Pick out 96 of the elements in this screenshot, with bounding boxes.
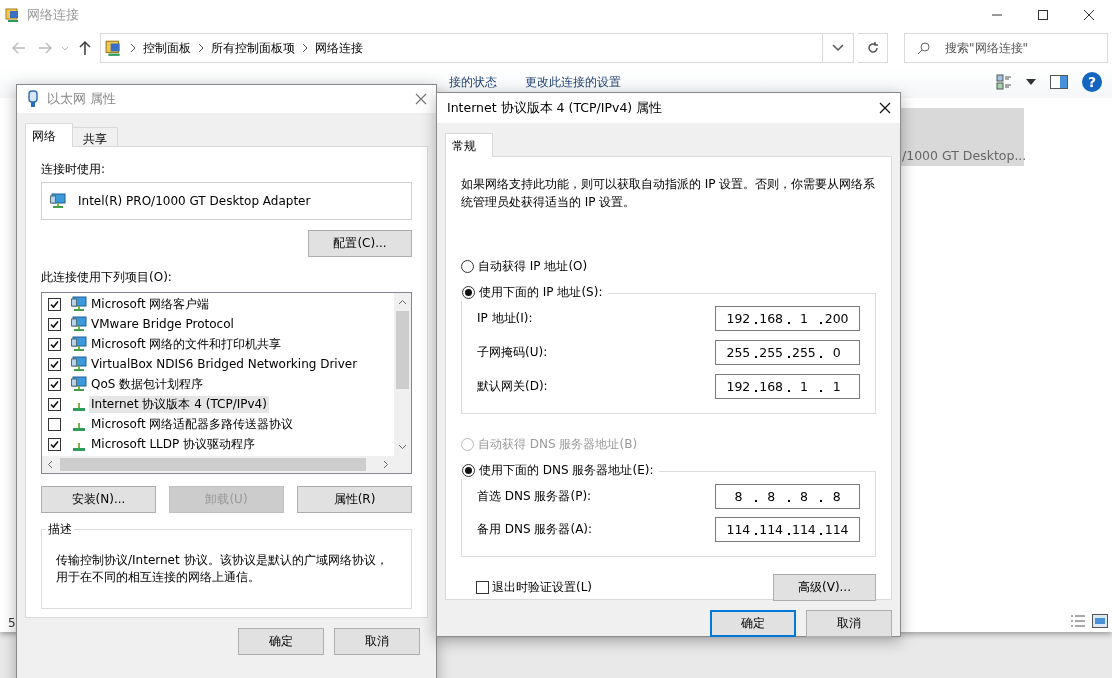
list-item[interactable]: Microsoft 网络客户端 [89,295,212,313]
chevron-icon [300,43,309,53]
checkbox[interactable] [48,417,61,431]
action-button[interactable]: 安装(N)... [41,486,156,513]
action-button[interactable]: 属性(R) [297,486,412,513]
horizontal-scrollbar[interactable] [42,456,394,473]
checkbox[interactable] [48,377,61,391]
radio-label: 使用下面的 IP 地址(S): [479,284,603,301]
list-item[interactable]: QoS 数据包计划程序 [89,375,206,393]
cancel-button[interactable]: 取消 [334,628,420,655]
view-options-icon[interactable] [996,74,1012,90]
breadcrumb-item[interactable]: 网络连接 [314,39,363,57]
list-item[interactable]: Internet 协议版本 4 (TCP/IPv4) [89,395,269,413]
checkbox[interactable] [48,397,61,411]
field-label: 子网掩码(U): [477,344,548,361]
radio-label: 自动获得 IP 地址(O) [478,258,588,275]
help-icon[interactable]: ? [1082,72,1102,92]
scroll-left-icon[interactable] [46,460,55,469]
cancel-button[interactable]: 取消 [806,610,892,637]
breadcrumb-item[interactable]: 所有控制面板项 [210,39,295,57]
advanced-button[interactable]: 高级(V)... [773,574,876,601]
preview-pane-icon[interactable] [1050,75,1068,89]
network-service-icon [71,316,87,332]
ok-button[interactable]: 确定 [238,628,324,655]
ip-input-field[interactable]: 192 168 1 200 [715,306,860,331]
checkbox[interactable] [48,317,61,331]
checkbox[interactable] [48,437,61,451]
refresh-icon[interactable] [865,41,880,55]
scroll-down-icon[interactable] [398,442,407,451]
ip-input-field[interactable]: 8 8 8 8 [715,484,860,509]
toolbar-link[interactable]: 接的状态 [449,73,497,91]
list-item[interactable]: Microsoft LLDP 协议驱动程序 [89,435,258,453]
description-text: 传输控制协议/Internet 协议。该协议是默认的广域网络协议，用于在不同的相互连接的网络上通信。 [56,552,389,586]
checkbox[interactable] [48,337,61,351]
list-item[interactable]: Microsoft 网络适配器多路传送器协议 [89,415,296,433]
search-field[interactable]: 搜索"网络连接" [904,33,1109,63]
ip-input-field[interactable]: 114 114 114 114 [715,517,860,542]
close-icon[interactable] [879,102,891,114]
network-service-icon [71,376,87,392]
chevron-icon [196,43,205,53]
network-adapter-icon [50,193,66,209]
tab[interactable]: 常规 [445,133,493,157]
checkbox[interactable] [48,357,61,371]
search-icon [917,42,931,55]
chevron-icon [128,43,137,53]
field-label: IP 地址(I): [477,310,533,327]
window-title: 网络连接 [27,6,80,24]
network-service-icon [71,296,87,312]
network-protocol-icon [73,403,85,411]
list-item[interactable]: VMware Bridge Protocol [89,315,236,333]
list-item[interactable]: VirtualBox NDIS6 Bridged Networking Driver [89,355,360,373]
group-title: 描述 [46,521,74,538]
vertical-scrollbar[interactable] [394,293,411,456]
field-label: 默认网关(D): [477,378,548,395]
caret-icon[interactable] [832,44,845,52]
network-folder-icon [5,7,21,23]
scrollbar-thumb[interactable] [396,311,409,389]
checkbox-label: 退出时验证设置(L) [492,579,593,596]
network-service-icon [71,356,87,372]
radio-button[interactable] [462,286,475,299]
network-protocol-icon [73,423,85,431]
scroll-right-icon[interactable] [381,460,390,469]
caret-icon[interactable] [1026,79,1036,85]
ok-button[interactable]: 确定 [710,610,796,637]
address-bar[interactable]: 控制面板 所有控制面板项 网络连接 [99,33,855,63]
section-label: 连接时使用: [41,161,107,178]
adapter-name: Intel(R) PRO/1000 GT Desktop Adapter [78,194,311,208]
field-label: 备用 DNS 服务器(A): [477,521,593,538]
radio-button[interactable] [461,260,474,273]
ethernet-plug-icon [27,90,39,108]
network-service-icon [71,336,87,352]
configure-button[interactable]: 配置(C)... [308,230,412,257]
toolbar-link[interactable]: 更改此连接的设置 [525,73,621,91]
dialog-title: 以太网 属性 [47,90,117,108]
radio-label: 自动获得 DNS 服务器地址(B) [478,436,638,453]
ip-input-field[interactable]: 192 168 1 1 [715,374,860,399]
radio-label: 使用下面的 DNS 服务器地址(E): [479,462,654,479]
list-item[interactable]: Microsoft 网络的文件和打印机共享 [89,335,284,353]
checkbox[interactable] [476,581,489,594]
section-label: 此连接使用下列项目(O): [41,269,173,286]
dialog-title: Internet 协议版本 4 (TCP/IPv4) 属性 [447,99,664,117]
radio-button[interactable] [462,464,475,477]
breadcrumb-item[interactable]: 控制面板 [142,39,191,57]
tiles-view-icon[interactable] [1092,614,1108,628]
scroll-up-icon[interactable] [398,298,407,307]
tab[interactable]: 共享 [72,127,118,147]
checkbox[interactable] [48,297,61,311]
ip-input-field[interactable]: 255 255 255 0 [715,340,860,365]
item-label[interactable]: /1000 GT Desktop... [902,148,1027,163]
tab[interactable]: 网络 [25,123,73,147]
scrollbar-thumb[interactable] [60,458,366,471]
network-folder-icon [104,39,123,57]
status-text: 5 [8,616,16,630]
intro-text: 如果网络支持此功能，则可以获取自动指派的 IP 设置。否则，你需要从网络系统管理员处获得适当的 IP 设置。 [461,176,876,211]
network-protocol-icon [73,443,85,451]
field-label: 首选 DNS 服务器(P): [477,488,592,505]
